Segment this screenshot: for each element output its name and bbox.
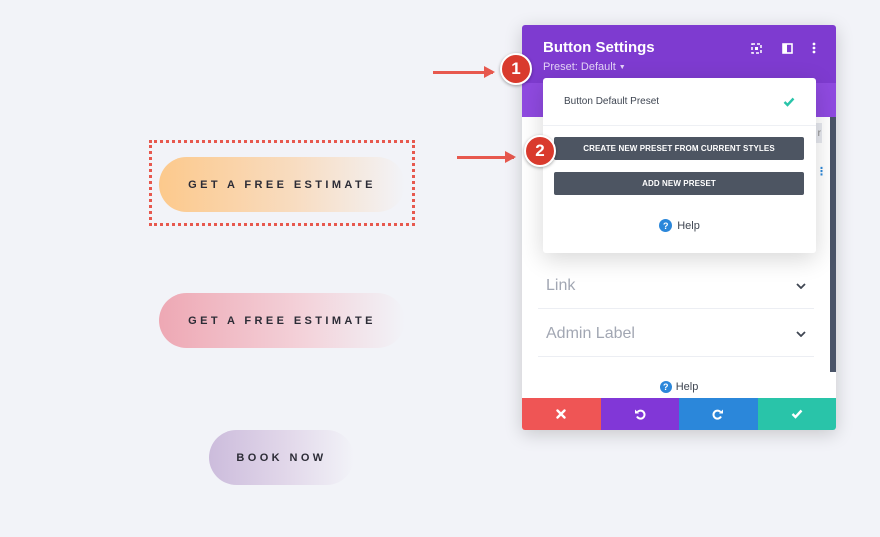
check-icon	[791, 409, 803, 419]
chevron-down-icon	[796, 281, 806, 291]
more-options-icon[interactable]: ⋮	[816, 165, 827, 178]
section-label: Admin Label	[546, 324, 635, 342]
book-now-label: BOOK NOW	[236, 451, 327, 464]
panel-header: Button Settings Preset: Default ▼	[522, 25, 836, 83]
more-options-icon[interactable]	[807, 41, 821, 55]
discard-button[interactable]	[522, 398, 601, 430]
panel-title: Button Settings	[543, 39, 655, 56]
create-preset-button[interactable]: CREATE NEW PRESET FROM CURRENT STYLES	[554, 137, 804, 160]
redo-button[interactable]	[679, 398, 758, 430]
add-preset-button[interactable]: ADD NEW PRESET	[554, 172, 804, 195]
preset-dropdown: Button Default Preset CREATE NEW PRESET …	[543, 78, 816, 253]
undo-icon	[634, 409, 646, 420]
estimate-button-label: GET A FREE ESTIMATE	[188, 178, 376, 191]
panel-help-link[interactable]: ? Help	[522, 381, 836, 393]
caret-down-icon: ▼	[618, 63, 626, 71]
annotation-arrow-1	[433, 66, 495, 78]
scrollbar[interactable]	[830, 117, 836, 372]
chevron-down-icon	[796, 329, 806, 339]
preset-item-default[interactable]: Button Default Preset	[543, 78, 816, 126]
help-icon: ?	[659, 219, 673, 232]
redo-icon	[712, 409, 724, 420]
preset-label: Preset: Default	[543, 61, 616, 73]
expand-icon[interactable]	[749, 41, 763, 55]
help-label: Help	[675, 381, 699, 393]
help-label: Help	[677, 219, 700, 232]
help-icon: ?	[659, 381, 672, 393]
save-button[interactable]	[757, 398, 836, 430]
dropdown-help-link[interactable]: ? Help	[543, 219, 816, 232]
section-label: Link	[546, 276, 576, 294]
preset-selector[interactable]: Preset: Default ▼	[543, 61, 626, 73]
annotation-arrow-2	[457, 151, 516, 163]
book-now-button[interactable]: BOOK NOW	[209, 430, 354, 485]
annotation-badge-2: 2	[524, 135, 556, 167]
close-icon	[556, 409, 566, 419]
estimate-button[interactable]: GET A FREE ESTIMATE	[159, 293, 405, 348]
section-admin-label[interactable]: Admin Label	[538, 311, 814, 357]
annotation-badge-1: 1	[500, 53, 532, 85]
check-icon	[783, 97, 795, 107]
section-link[interactable]: Link	[538, 263, 814, 309]
preset-item-label: Button Default Preset	[564, 96, 660, 107]
estimate-button-selected[interactable]: GET A FREE ESTIMATE	[159, 157, 405, 212]
estimate-button-label: GET A FREE ESTIMATE	[188, 314, 376, 327]
undo-button[interactable]	[600, 398, 679, 430]
split-view-icon[interactable]	[780, 41, 794, 55]
panel-footer	[522, 398, 836, 430]
